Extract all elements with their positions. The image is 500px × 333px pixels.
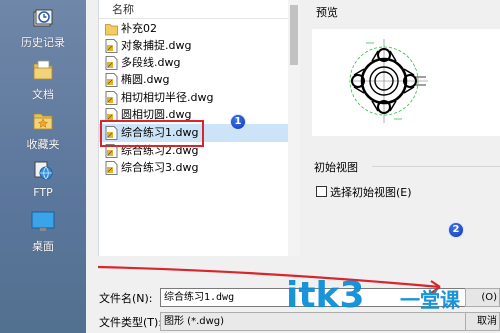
watermark-logo-suffix: 一堂课 [400, 288, 460, 312]
watermark-logo: itk3 [286, 275, 365, 316]
